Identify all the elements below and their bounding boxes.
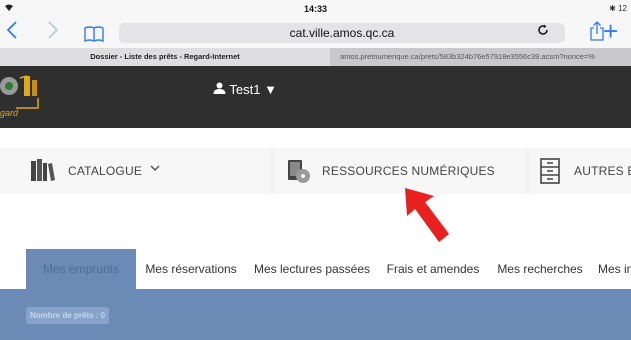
menu-autres-label: AUTRES B [574, 164, 631, 178]
tab-mes-emprunts[interactable]: Mes emprunts [26, 249, 136, 289]
tab-mes-informations[interactable]: Mes in [592, 249, 631, 289]
menu-catalogue-label: CATALOGUE [68, 164, 143, 178]
browser-toolbar: cat.ville.amos.qc.ca + [0, 16, 631, 48]
back-button[interactable] [6, 20, 17, 44]
books-icon [30, 158, 56, 187]
main-menu: CATALOGUE RESSOURCES NUMÉRIQUES AUTRES B [0, 148, 631, 194]
new-tab-icon[interactable]: + [603, 16, 618, 47]
browser-tab-strip: Dossier - Liste des prêts - Regard-Inter… [0, 48, 631, 66]
browser-tab-active[interactable]: Dossier - Liste des prêts - Regard-Inter… [0, 48, 330, 66]
reload-icon[interactable] [537, 24, 549, 39]
forward-button[interactable] [48, 20, 59, 44]
site-header: gard Test1 ▼ [0, 66, 631, 128]
chevron-down-icon [150, 161, 160, 175]
loan-count-badge: Nombre de prêts : 0 [26, 307, 110, 324]
menu-autres[interactable]: AUTRES B [530, 148, 631, 194]
logo-text: gard [0, 108, 19, 118]
account-tabs: Mes emprunts Mes réservations Mes lectur… [0, 249, 631, 289]
status-time: 14:33 [303, 4, 328, 14]
document-icon [540, 158, 560, 189]
status-bar: 14:33 ✱ 12 [0, 0, 631, 18]
menu-catalogue[interactable]: CATALOGUE [0, 148, 270, 194]
menu-ressources-label: RESSOURCES NUMÉRIQUES [322, 164, 495, 178]
tab-mes-reservations[interactable]: Mes réservations [136, 249, 246, 289]
share-icon[interactable] [590, 21, 604, 46]
digital-resources-icon [285, 158, 311, 189]
browser-tab-inactive[interactable]: amos.pretnumerique.ca/prets/583b324b76e5… [330, 48, 631, 66]
url-field[interactable]: cat.ville.amos.qc.ca [119, 23, 565, 43]
user-name: Test1 [229, 82, 261, 97]
bookmarks-icon[interactable] [84, 23, 104, 47]
red-arrow-annotation [405, 188, 449, 242]
user-menu[interactable]: Test1 ▼ [213, 82, 277, 97]
tab-mes-recherches[interactable]: Mes recherches [490, 249, 590, 289]
battery-status: ✱ 12 [609, 4, 627, 13]
loans-panel: Nombre de prêts : 0 [0, 289, 631, 340]
tab-frais-et-amendes[interactable]: Frais et amendes [378, 249, 488, 289]
tab-mes-lectures-passees[interactable]: Mes lectures passées [248, 249, 376, 289]
regard-logo[interactable]: gard [0, 74, 48, 118]
user-icon [213, 82, 229, 97]
caret-down-icon: ▼ [264, 82, 277, 97]
